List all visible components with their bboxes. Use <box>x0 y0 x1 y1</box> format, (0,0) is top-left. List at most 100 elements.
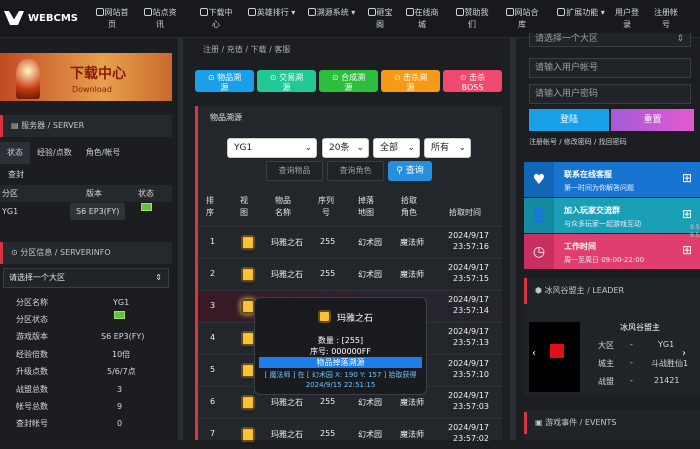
maya-stone-icon[interactable] <box>241 395 255 410</box>
nav-label: 们 <box>468 20 476 29</box>
tooltip-tag: 物品掉落溯源 <box>259 357 422 368</box>
col-drop-map: 掉落 地图 <box>358 195 374 219</box>
news-icon <box>143 8 152 16</box>
row-rank: 6 <box>210 397 216 406</box>
row-map: 幻术园 <box>358 238 382 247</box>
zone-info-key: 查封帐号 <box>16 419 48 428</box>
chevron-down-icon: ▾ <box>291 8 296 17</box>
logo[interactable]: WEBCMS <box>4 11 78 25</box>
contact-support-card[interactable]: ♥ 联系在线客服 第一时间为你解答问题 ⊞ <box>524 162 700 197</box>
nav-label: 英雄排行 <box>256 8 289 17</box>
nav-lottery[interactable]: 砸宝阁 <box>365 7 395 31</box>
nav-news[interactable]: 站点资讯 <box>140 7 180 31</box>
col-label: 视 图 <box>240 196 248 217</box>
leader-key: 战盟 <box>598 377 614 386</box>
zone-info-key: 分区名称 <box>16 298 48 307</box>
row-item-name: 玛雅之石 <box>271 398 303 407</box>
home-icon <box>95 8 104 16</box>
maya-stone-icon[interactable] <box>241 299 255 314</box>
zone-info-row: 游戏版本 S6 EP3(FY) <box>0 328 172 345</box>
join-group-card[interactable]: 👤 加入玩家交流群 与众多玩家一起游戏互动 ⊞ <box>524 198 700 233</box>
table-row[interactable]: 7 玛雅之石 255 幻术园 魔法师 2024/9/17 23:57:02 <box>198 418 502 449</box>
server-icon <box>307 8 316 16</box>
server-panel-header: ▤ 服务器 / SERVER <box>0 115 172 137</box>
nav-shop[interactable]: 在线商城 <box>402 7 442 31</box>
maya-stone-icon[interactable] <box>241 363 255 378</box>
row-map: 幻术园 <box>358 430 382 439</box>
button-label: 源 <box>344 83 353 92</box>
leader-key: 大区 <box>598 341 614 350</box>
item-trace-button[interactable]: ⊙ 物品溯源 <box>195 70 254 92</box>
zone-dropdown[interactable]: YG1 ⌄ <box>227 138 317 158</box>
table-row[interactable]: 2 玛雅之石 255 幻术园 魔法师 2024/9/17 23:57:15 <box>198 258 502 289</box>
craft-trace-button[interactable]: ⊙ 合成溯源 <box>319 70 378 92</box>
group-icon: 👤 <box>524 198 554 233</box>
maya-stone-icon[interactable] <box>241 267 255 282</box>
bookmark-plus-icon: ⊞ <box>681 171 692 185</box>
bookmark-plus-icon: ⊞ <box>681 207 692 221</box>
nav-donate[interactable]: 赞助我们 <box>452 7 492 31</box>
nav-rank[interactable]: 英雄排行 ▾ <box>244 7 299 19</box>
type-dropdown[interactable]: 全部 ⌄ <box>373 138 420 158</box>
nav-label: 在线商 <box>414 8 439 17</box>
info-icon: ⊙ <box>11 248 21 257</box>
center-scrollbar[interactable] <box>510 38 516 440</box>
count-dropdown[interactable]: 20条 ⌄ <box>322 138 369 158</box>
breadcrumb[interactable]: 注册 / 充值 / 下载 / 客服 <box>203 44 290 55</box>
password-input[interactable]: 请输入用户密码 <box>529 84 691 104</box>
calendar-icon: ▣ <box>535 418 546 427</box>
nav-label: 溯源系统 <box>316 8 349 17</box>
tooltip-quantity: 数量 : [255] <box>317 336 364 345</box>
row-date: 2024/9/17 <box>448 263 490 272</box>
row-rank: 1 <box>210 237 216 246</box>
nav-home[interactable]: 网站首页 <box>92 7 132 31</box>
section-title: 物品溯源 <box>210 113 242 122</box>
tooltip-pick-info: [ 魔法师 ] 在 [ 幻术园 X: 190 Y: 157 ] 拾取获得 <box>264 371 417 379</box>
login-button[interactable]: 登陆 <box>529 109 609 131</box>
button-label: 击杀 <box>469 73 486 82</box>
login-zone-select[interactable]: 请选择一个大区 ⇕ <box>529 33 691 47</box>
tab-status[interactable]: 状态 <box>0 142 30 164</box>
row-time: 23:57:03 <box>453 402 489 411</box>
table-row[interactable]: 1 玛雅之石 255 幻术园 魔法师 2024/9/17 23:57:16 <box>198 226 502 257</box>
button-label: BOSS <box>461 83 484 92</box>
server-zone: YG1 <box>2 207 19 216</box>
role-search-input[interactable]: 查询角色 <box>327 161 384 181</box>
download-banner[interactable]: 下载中心 Download <box>0 53 172 101</box>
query-link[interactable]: 查封 <box>0 166 172 183</box>
zone-select[interactable]: 请选择一个大区 ⇕ <box>3 268 169 288</box>
nav-trace-system[interactable]: 溯源系统 ▾ <box>304 7 359 19</box>
carousel-prev-icon[interactable]: ‹ <box>532 348 536 359</box>
nav-label: 站点资 <box>152 8 177 17</box>
server-version: S6 EP3(FY) <box>70 203 126 220</box>
maya-stone-icon[interactable] <box>241 331 255 346</box>
tab-exp-points[interactable]: 经验/点数 <box>30 142 79 164</box>
card-subtitle: 第一时间为你解答问题 <box>564 184 634 192</box>
row-rank: 7 <box>210 429 216 438</box>
query-button[interactable]: ⚲ 查询 <box>388 161 432 181</box>
col-zone: 分区 <box>2 189 18 198</box>
left-scrollbar[interactable] <box>178 38 183 440</box>
work-hours-card[interactable]: ◷ 工作时间 周一至周日 09:00-22:00 ⊞ <box>524 234 700 269</box>
tab-role-account[interactable]: 角色/帐号 <box>79 142 128 164</box>
row-item-name: 玛雅之石 <box>271 238 303 247</box>
online-monitor-icon <box>114 311 125 319</box>
row-time: 23:57:13 <box>453 338 489 347</box>
kill-trace-button[interactable]: ⊙ 击杀溯源 <box>381 70 440 92</box>
side-badge: 9.5 <box>690 224 700 231</box>
account-links[interactable]: 注册帐号 / 修改密码 / 找回密码 <box>529 137 627 147</box>
circle-check-icon: ⊙ <box>331 73 339 82</box>
item-search-input[interactable]: 查询物品 <box>266 161 323 181</box>
maya-stone-icon[interactable] <box>241 235 255 250</box>
trade-trace-button[interactable]: ⊙ 交易溯源 <box>257 70 316 92</box>
zone-info-value: 5/6/7点 <box>107 367 136 376</box>
reset-button[interactable]: 重置 <box>611 109 694 131</box>
login-zone-value: 请选择一个大区 <box>535 34 599 44</box>
time-dropdown[interactable]: 所有 ⌄ <box>424 138 471 158</box>
bookmark-plus-icon: ⊞ <box>681 243 692 257</box>
row-date: 2024/9/17 <box>448 359 490 368</box>
nav-download[interactable]: 下载中心 <box>196 7 236 31</box>
boss-kill-button[interactable]: ⊙ 击杀 BOSS <box>443 70 502 92</box>
username-input[interactable]: 请输入用户帐号 <box>529 58 691 78</box>
circle-check-icon: ⊙ <box>459 73 467 82</box>
